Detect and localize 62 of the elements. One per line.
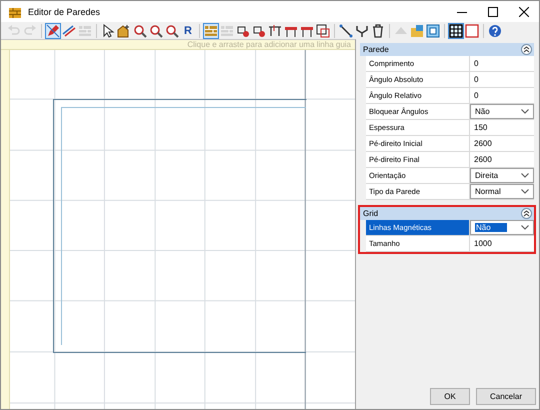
collapse-icon[interactable] [521,44,532,55]
close-icon [518,6,528,16]
chevron-down-icon [521,189,529,194]
cursor-icon [101,24,115,38]
wall-edit-icon [62,24,76,38]
zoom-icon [165,24,179,38]
line-icon [339,24,353,38]
redo-icon [23,24,37,38]
frame-button[interactable] [315,22,331,38]
house-button[interactable] [116,22,132,38]
grid-icon [449,24,463,38]
window-title: Editor de Paredes [28,6,100,16]
help-icon [488,24,502,38]
section-title: Parede [363,45,389,54]
bricks-icon [204,24,218,38]
undo-icon [7,24,21,38]
property-value[interactable]: 0 [470,88,534,103]
section-title: Grid [363,209,378,218]
property-dropdown[interactable]: Não [470,104,534,119]
chevron-down-icon [521,109,529,114]
help-button[interactable] [487,22,503,38]
property-value[interactable]: 0 [470,72,534,87]
zoom-icon [149,24,163,38]
property-dropdown[interactable]: Direita [470,168,534,183]
section-header[interactable]: Parede [360,43,534,56]
ok-button[interactable]: OK [430,388,470,405]
zoom-button[interactable] [164,22,180,38]
fork-icon [355,24,369,38]
pencil-button[interactable] [45,22,61,38]
bricks-icon [78,24,92,38]
line-button[interactable] [338,22,354,38]
wall-edit-button[interactable] [61,22,77,38]
grid-button[interactable] [448,22,464,38]
folder-icon [410,24,424,38]
guide-hint: Clique e arraste para adicionar uma linha guia [187,40,351,49]
bricks-button[interactable] [203,22,219,38]
cancel-button[interactable]: Cancelar [476,388,536,405]
letter-button[interactable]: R [180,22,196,38]
house-icon [117,24,131,38]
chevron-down-icon [521,173,529,178]
bricks-icon [220,24,234,38]
folder-button[interactable] [409,22,425,38]
trash-icon [371,24,385,38]
property-value[interactable]: 1000 [470,236,534,251]
square-icon [465,24,479,38]
pencil-icon [46,24,60,38]
zoom-button[interactable] [132,22,148,38]
zoom-icon [133,24,147,38]
property-value[interactable]: 0 [470,56,534,71]
frame-icon [316,24,330,38]
property-dropdown[interactable]: Não [470,220,534,235]
property-value[interactable]: 150 [470,120,534,135]
chevron-down-icon [521,225,529,230]
property-value[interactable]: 2600 [470,136,534,151]
trash-button[interactable] [370,22,386,38]
zoom-button[interactable] [148,22,164,38]
maximize-icon [488,6,498,16]
collapse-icon[interactable] [521,208,532,219]
section-header[interactable]: Grid [360,207,534,220]
property-dropdown[interactable]: Normal [470,184,534,199]
property-value[interactable]: 2600 [470,152,534,167]
square-button[interactable] [464,22,480,38]
